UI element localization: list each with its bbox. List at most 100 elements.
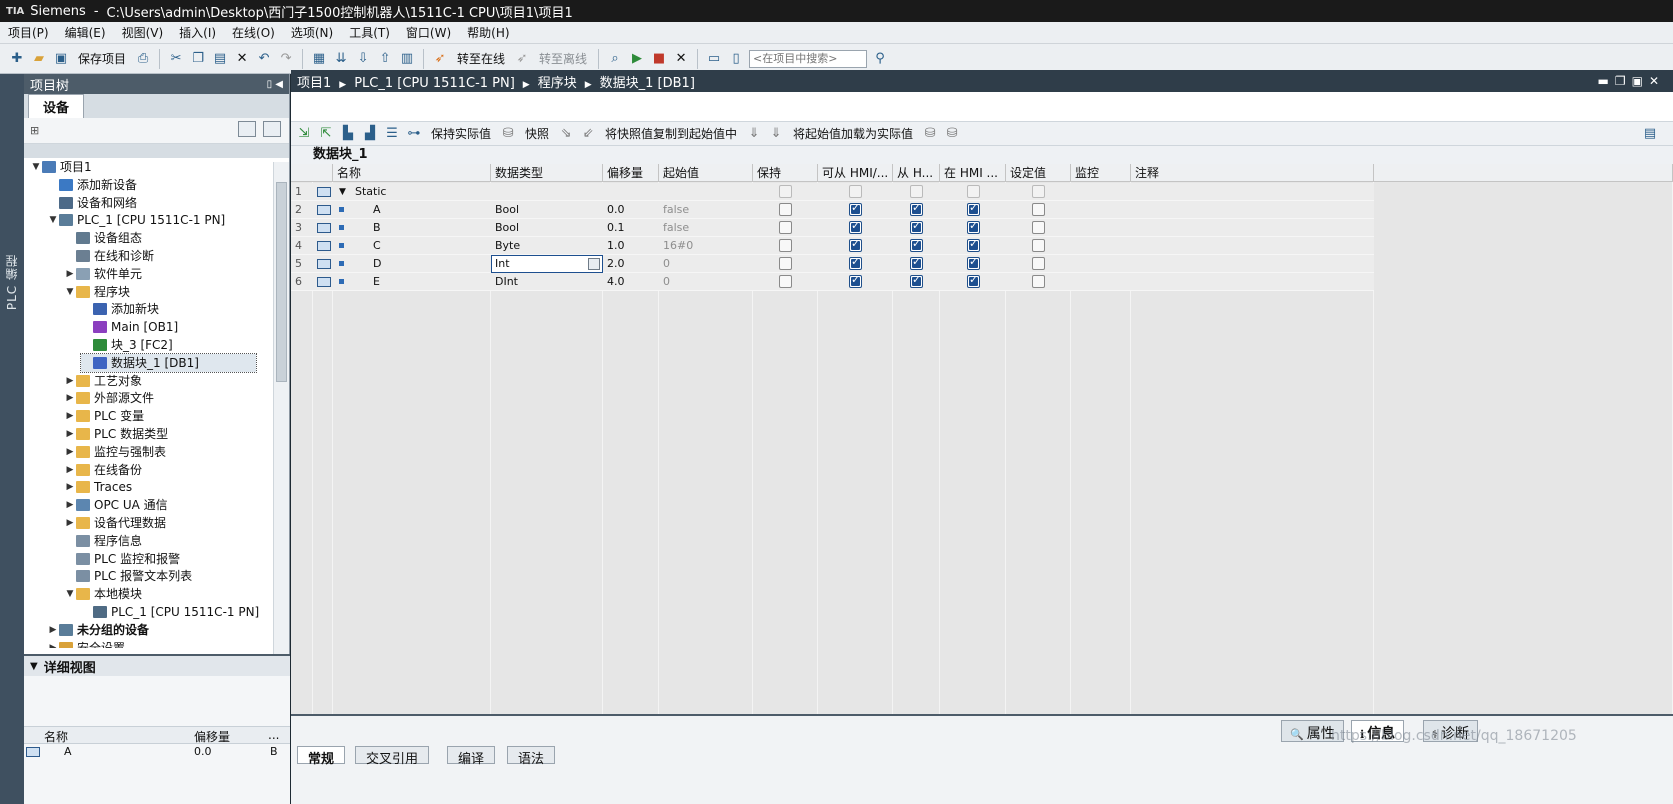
column-header[interactable]: 从 H... xyxy=(893,164,940,182)
tree-view-icon[interactable] xyxy=(238,121,257,137)
tree-item[interactable]: ▼ PLC_1 [CPU 1511C-1 PN] xyxy=(47,211,226,229)
detail-view-header[interactable]: ▼ 详细视图 xyxy=(24,656,290,676)
breadcrumb-item[interactable]: PLC_1 [CPU 1511C-1 PN] xyxy=(354,76,515,91)
tree-item[interactable]: ▼ 程序块 xyxy=(64,283,130,301)
simulation-icon[interactable]: ▥ xyxy=(398,50,416,68)
checkbox-in-hmi[interactable] xyxy=(967,201,980,216)
breadcrumb-item[interactable]: 数据块_1 [DB1] xyxy=(600,76,695,91)
column-header[interactable]: 名称 xyxy=(333,164,491,182)
breadcrumb-item[interactable]: 程序块 xyxy=(538,76,577,91)
tree-item[interactable]: ▶ 外部源文件 xyxy=(64,389,154,407)
menu-item[interactable]: 窗口(W) xyxy=(406,24,451,41)
load-start-icon[interactable]: ⇓ xyxy=(745,125,763,143)
column-header[interactable]: 保持 xyxy=(753,164,818,182)
tree-item[interactable]: 程序信息 xyxy=(64,532,142,550)
checkbox-hmi-access[interactable] xyxy=(849,237,862,252)
cell-datatype[interactable]: DInt xyxy=(491,273,518,291)
cell-name[interactable]: D xyxy=(369,255,381,273)
checkbox-from-hmi[interactable] xyxy=(910,237,923,252)
tree-item[interactable]: ▶ 未分组的设备 xyxy=(47,621,149,639)
monitor-all-icon[interactable]: ⊶ xyxy=(405,125,423,143)
checkbox-setpoint[interactable] xyxy=(1032,239,1045,252)
cell-name[interactable]: Static xyxy=(351,183,386,201)
list-view-icon[interactable]: ☰ xyxy=(383,125,401,143)
checkbox-hmi-access[interactable] xyxy=(849,255,862,270)
menu-item[interactable]: 视图(V) xyxy=(122,24,164,41)
tree-item[interactable]: ▶ PLC 变量 xyxy=(64,407,145,425)
save-project-button[interactable]: 保存项目 xyxy=(78,50,126,67)
column-header[interactable]: 起始值 xyxy=(659,164,753,182)
snapshot-icon[interactable]: ⛁ xyxy=(499,125,517,143)
go-offline-icon[interactable]: ➶ xyxy=(513,50,531,68)
cell-start-value[interactable]: false xyxy=(659,201,689,219)
checkbox-hmi-access[interactable] xyxy=(849,219,862,234)
redo-icon[interactable]: ↷ xyxy=(277,50,295,68)
start-cpu-icon[interactable]: ▶ xyxy=(628,50,646,68)
tree-item[interactable]: 设备组态 xyxy=(64,229,142,247)
copy-snapshot-icon[interactable]: ⇘ xyxy=(557,125,575,143)
search-options-icon[interactable]: ⚲ xyxy=(871,50,889,68)
tree-item[interactable]: ▶ 工艺对象 xyxy=(64,372,142,390)
cell-datatype[interactable]: Int xyxy=(491,255,510,273)
checkbox-from-hmi[interactable] xyxy=(910,273,923,288)
cell-datatype[interactable]: Bool xyxy=(491,201,519,219)
load-start-all-icon[interactable]: ⇓ xyxy=(767,125,785,143)
expand-all-icon[interactable]: ▙ xyxy=(339,125,357,143)
checkbox-setpoint[interactable] xyxy=(1032,221,1045,234)
tree-item[interactable]: ▶ 在线备份 xyxy=(64,461,142,479)
tree-scrollbar-thumb[interactable] xyxy=(276,182,287,382)
chevron-right-icon[interactable]: ▶ xyxy=(47,639,59,648)
inspector-subtab[interactable]: 常规 xyxy=(297,746,346,767)
column-header[interactable]: 可从 HMI/... xyxy=(818,164,893,182)
delete-icon[interactable]: ✕ xyxy=(233,50,251,68)
cell-datatype[interactable]: Bool xyxy=(491,219,519,237)
checkbox-in-hmi[interactable] xyxy=(967,273,980,288)
tree-item[interactable]: ▼ 本地模块 xyxy=(64,585,142,603)
tree-item[interactable]: 添加新块 xyxy=(81,300,159,318)
load-all-icon[interactable]: ⛁ xyxy=(943,125,961,143)
menu-item[interactable]: 项目(P) xyxy=(8,24,49,41)
insert-row-icon[interactable]: ⇲ xyxy=(295,125,313,143)
chevron-down-icon[interactable]: ▼ xyxy=(64,585,76,603)
checkbox-in-hmi[interactable] xyxy=(967,219,980,234)
stop-cpu-icon[interactable]: ■ xyxy=(650,50,668,68)
checkbox-from-hmi[interactable] xyxy=(910,255,923,270)
open-project-icon[interactable]: ▰ xyxy=(30,50,48,68)
tree-item[interactable]: 设备和网络 xyxy=(47,194,137,212)
tree-item[interactable]: PLC_1 [CPU 1511C-1 PN] xyxy=(81,603,259,621)
tree-item[interactable]: 添加新设备 xyxy=(47,176,137,194)
maximize-icon[interactable]: ▣ xyxy=(1632,74,1649,88)
cross-reference-icon[interactable]: ✕ xyxy=(672,50,690,68)
keep-actual-values-button[interactable]: 保持实际值 xyxy=(431,125,491,142)
table-row[interactable] xyxy=(291,183,1374,201)
copy-snapshot-to-start-button[interactable]: 将快照值复制到起始值中 xyxy=(605,125,737,142)
copy-snapshot-all-icon[interactable]: ⇙ xyxy=(579,125,597,143)
detail-row[interactable]: A 0.0 B xyxy=(24,745,290,759)
chevron-down-icon[interactable]: ▼ xyxy=(30,158,42,176)
cell-datatype[interactable] xyxy=(491,183,495,201)
checkbox-hmi-access[interactable] xyxy=(849,273,862,288)
cell-start-value[interactable] xyxy=(659,183,663,201)
checkbox-retain[interactable] xyxy=(779,221,792,234)
tree-overview-icon[interactable] xyxy=(263,121,281,137)
save-icon[interactable]: ▣ xyxy=(52,50,70,68)
tree-item[interactable]: 在线和诊断 xyxy=(64,247,154,265)
column-header[interactable]: 注释 xyxy=(1131,164,1374,182)
chevron-right-icon[interactable]: ▶ xyxy=(64,478,76,496)
menu-item[interactable]: 编辑(E) xyxy=(65,24,106,41)
tree-item[interactable]: Main [OB1] xyxy=(81,318,178,336)
print-icon[interactable]: ⎙ xyxy=(134,50,152,68)
checkbox-from-hmi[interactable] xyxy=(910,219,923,234)
column-header[interactable]: 监控 xyxy=(1071,164,1131,182)
load-start-as-actual-button[interactable]: 将起始值加载为实际值 xyxy=(793,125,913,142)
chevron-down-icon[interactable]: ▼ xyxy=(47,211,59,229)
go-online-icon[interactable]: ➶ xyxy=(431,50,449,68)
table-row[interactable] xyxy=(291,237,1374,255)
accessible-devices-icon[interactable]: ⌕ xyxy=(606,50,624,68)
download-icon[interactable]: ⇩ xyxy=(354,50,372,68)
restore-icon[interactable]: ❐ xyxy=(1615,74,1632,88)
table-row[interactable] xyxy=(291,219,1374,237)
tree-item[interactable]: PLC 报警文本列表 xyxy=(64,567,192,585)
checkbox-retain[interactable] xyxy=(779,239,792,252)
tree-filter-icon[interactable]: ⊞ xyxy=(30,124,39,137)
